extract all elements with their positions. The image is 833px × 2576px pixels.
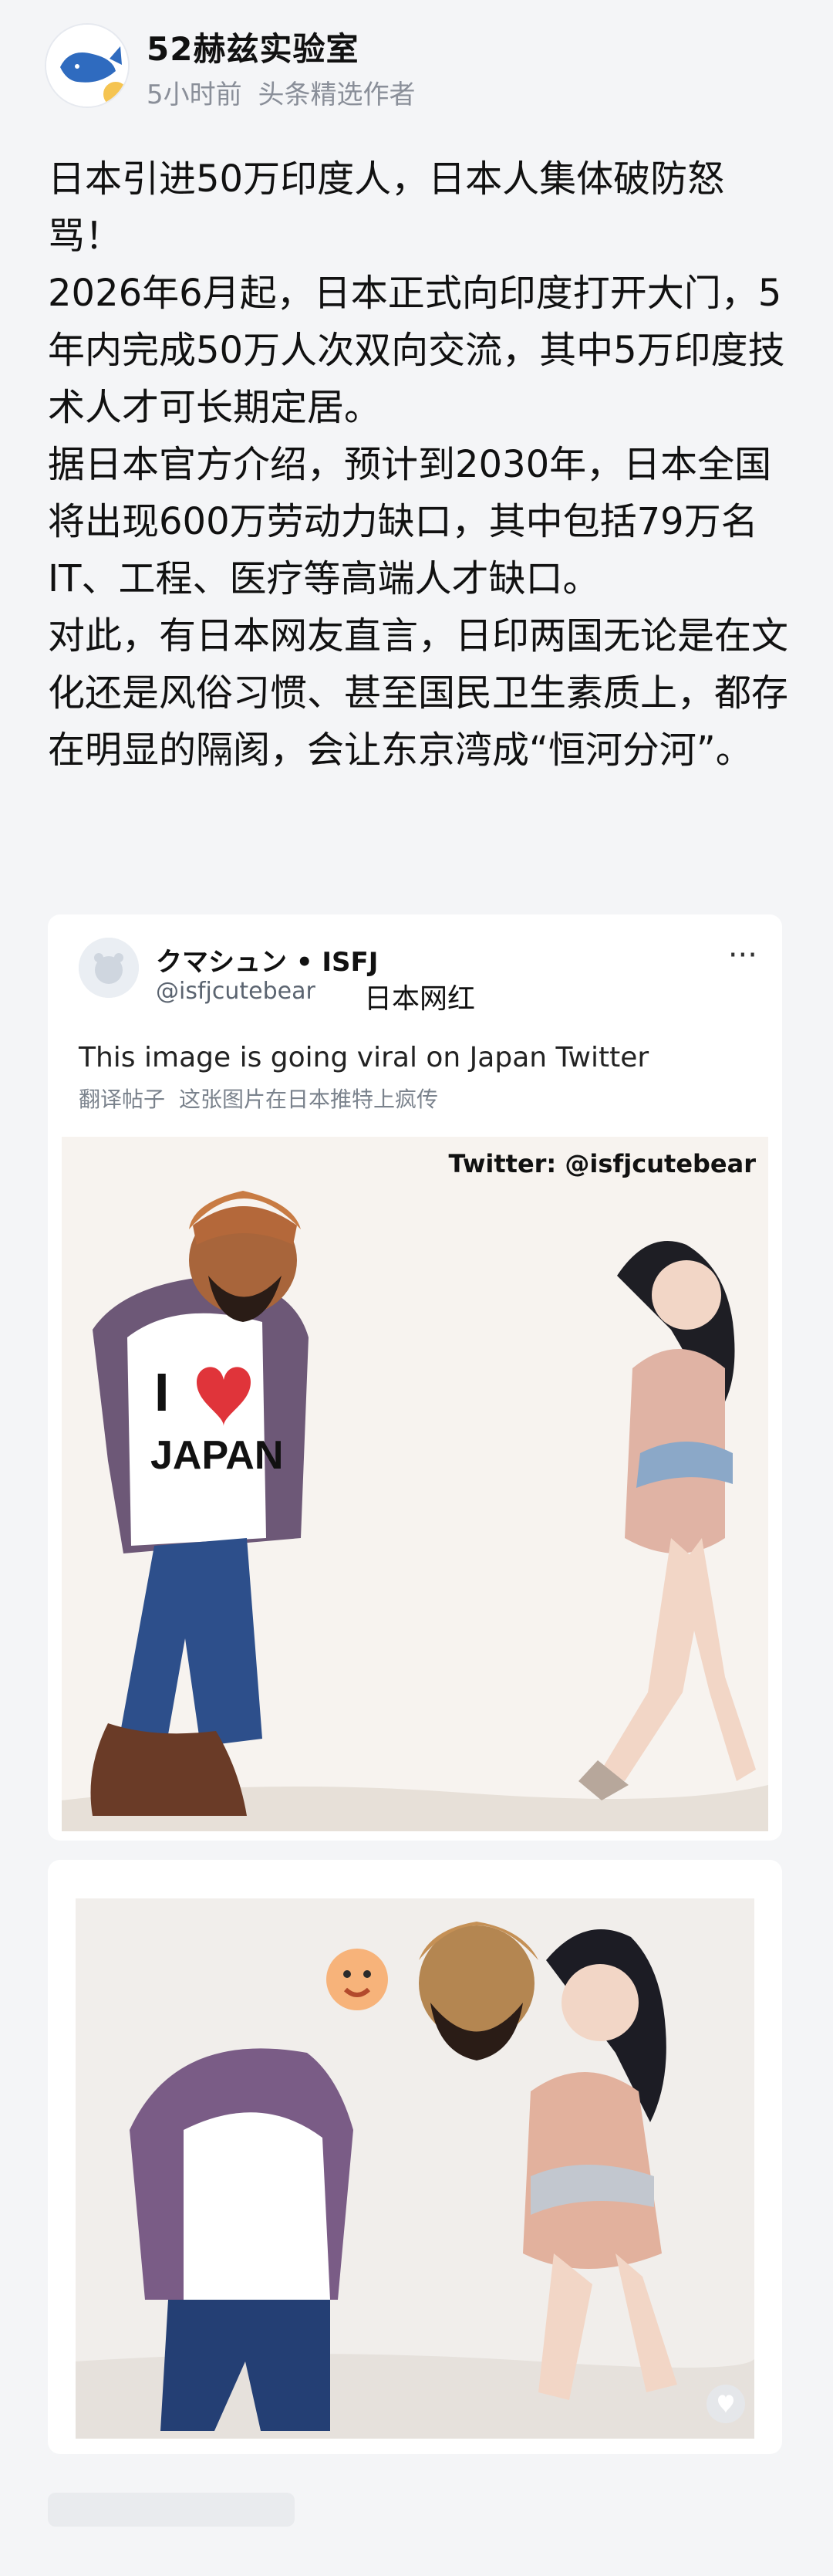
more-options-icon[interactable]: ··· [728,938,757,973]
image-card-2[interactable] [48,1860,782,2454]
verified-badge-icon [100,79,128,106]
post-paragraph-3: 对此，有日本网友直言，日印两国无论是在文化还是风俗习惯、甚至国民卫生素质上，都存… [48,614,789,772]
grab-illustration [76,1898,754,2439]
post-paragraph-2: 据日本官方介绍，预计到2030年，日本全国将出现600万劳动力缺口，其中包括79… [48,443,772,600]
bear-avatar-icon [79,938,139,998]
tweet-name: クマシュン • ISFJ [156,947,379,978]
svg-text:JAPAN: JAPAN [150,1433,283,1478]
translate-text: 这张图片在日本推特上疯传 [179,1087,439,1112]
post-image-2[interactable] [76,1898,754,2439]
bottom-placeholder [48,2493,295,2527]
image-card-1[interactable]: クマシュン • ISFJ @isfjcutebear 日本网红 ··· This… [48,914,782,1841]
tweet-avatar [79,938,139,998]
author-name[interactable]: 52赫兹实验室 [147,23,359,70]
post-paragraph-1: 2026年6月起，日本正式向印度打开大门，5年内完成50万人次双向交流，其中5万… [48,272,785,429]
post-content: 日本引进50万印度人，日本人集体破防怒骂！ 2026年6月起，日本正式向印度打开… [48,150,788,779]
heart-icon [718,2395,734,2413]
post-meta: 5小时前 头条精选作者 [147,73,423,111]
translate-label[interactable]: 翻译帖子 [79,1083,165,1114]
svg-text:I: I [154,1362,169,1422]
tweet-header: クマシュン • ISFJ @isfjcutebear 日本网红 ··· [79,938,757,1023]
tweet-image[interactable]: Twitter: @isfjcutebear I JAPAN [62,1137,768,1831]
author-tag: 头条精选作者 [258,79,416,110]
like-heart-icon[interactable] [707,2385,745,2423]
post-title: 日本引进50万印度人，日本人集体破防怒骂！ [48,157,725,258]
tweet-handle: @isfjcutebear [156,978,315,1005]
post-header: 52赫兹实验室 5小时前 头条精选作者 [0,0,833,139]
author-avatar[interactable] [45,23,130,108]
chase-illustration: I JAPAN [62,1137,768,1831]
tweet-badge-text: 日本网红 [364,983,476,1015]
post-time: 5小时前 [147,79,242,110]
tweet-text: This image is going viral on Japan Twitt… [79,1042,649,1073]
watermark-text: Twitter: @isfjcutebear [448,1149,757,1178]
